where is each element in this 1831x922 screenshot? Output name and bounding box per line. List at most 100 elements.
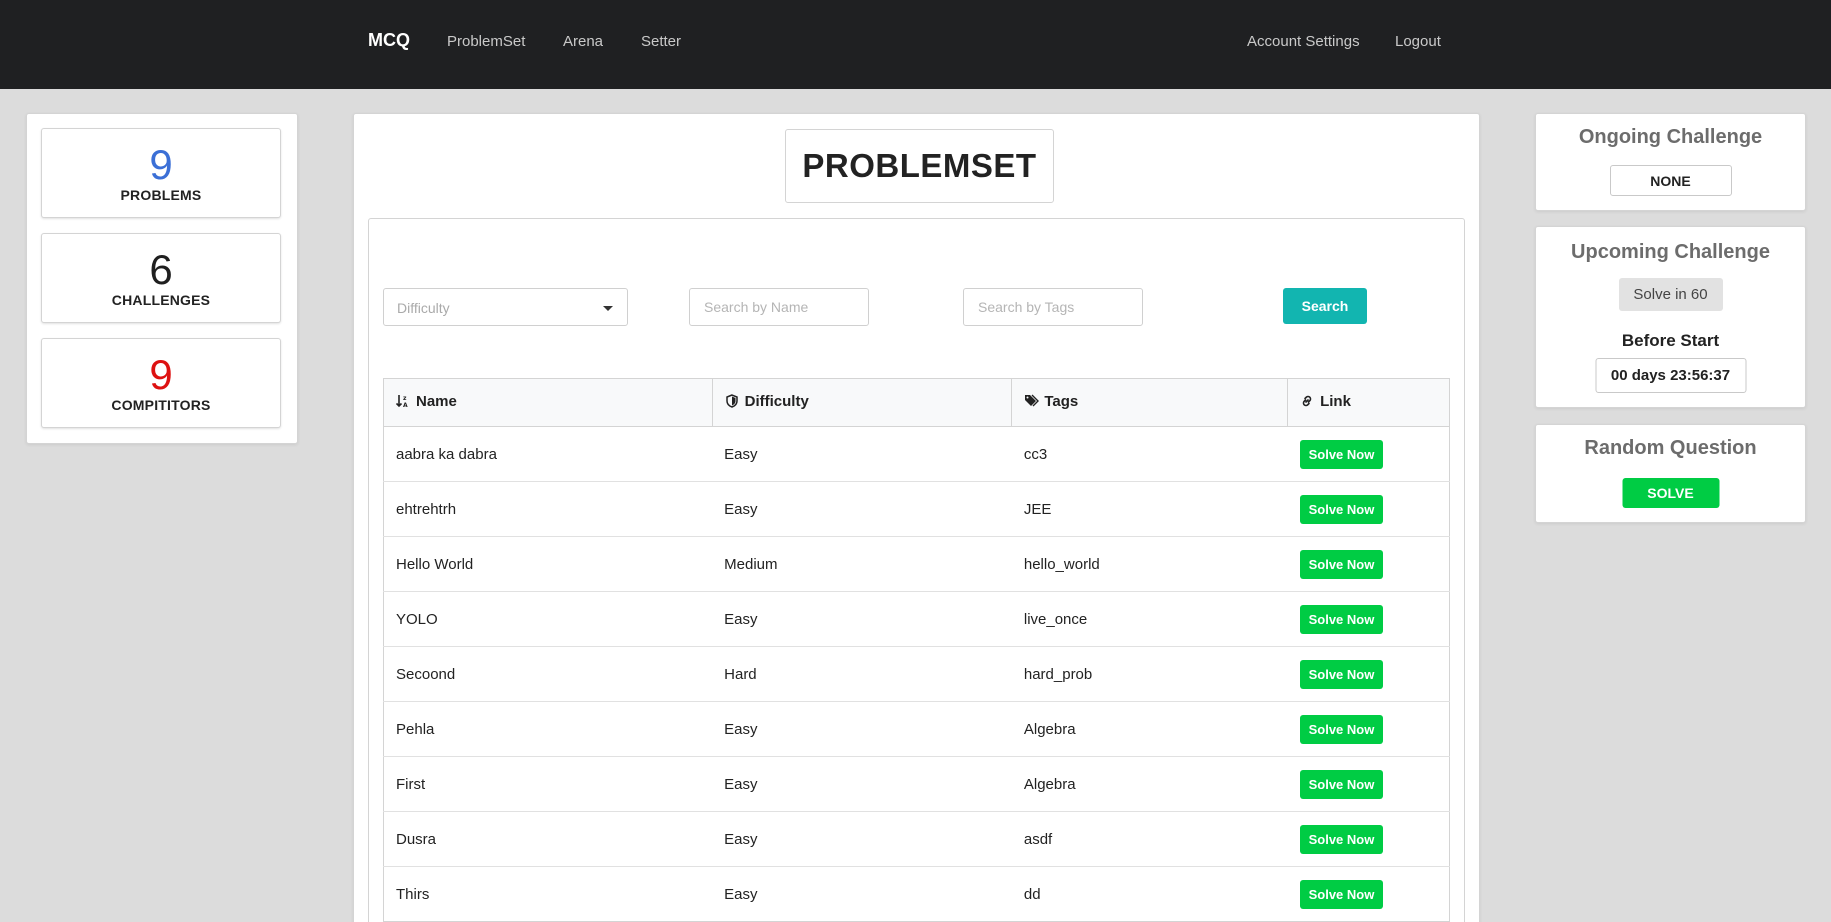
problem-link-cell: Solve Now [1287,646,1450,702]
nav-link-setter[interactable]: Setter [641,33,681,50]
ongoing-challenge-title: Ongoing Challenge [1578,126,1763,148]
difficulty-select-placeholder: Difficulty [397,300,450,316]
column-header-tags-label: Tags [1044,393,1079,411]
problem-difficulty-cell: Easy [712,701,1012,757]
solve-now-button[interactable]: Solve Now [1299,604,1384,634]
search-button[interactable]: Search [1283,288,1367,324]
problem-name-cell: YOLO [383,591,713,647]
before-start-label: Before Start [1621,331,1720,350]
solve-now-button[interactable]: Solve Now [1299,714,1384,744]
problemset-panel: PROBLEMSET Difficulty Search zA Name [353,113,1480,922]
difficulty-select[interactable]: Difficulty [383,288,628,326]
problem-tags-cell: cc3 [1011,426,1288,482]
problems-count: 9 [149,141,173,188]
table-row: Secoond Hard hard_prob Solve Now [383,646,1450,702]
search-by-tags-input[interactable] [963,288,1143,326]
upcoming-challenge-name[interactable]: Solve in 60 [1618,278,1723,311]
problem-tags-cell: asdf [1011,811,1288,867]
competitors-stat-card: 9 COMPITITORS [41,338,281,428]
sort-alpha-icon: zA [395,394,412,412]
solve-now-button[interactable]: Solve Now [1299,439,1384,469]
nav-link-logout[interactable]: Logout [1395,33,1441,50]
problem-difficulty-cell: Easy [712,426,1012,482]
problem-name-cell: ehtrehtrh [383,481,713,537]
solve-now-button[interactable]: Solve Now [1299,879,1384,909]
competitors-count: 9 [149,351,173,398]
solve-now-button[interactable]: Solve Now [1299,494,1384,524]
competitors-label: COMPITITORS [111,397,211,413]
table-header-row: zA Name Difficulty Tags Link [383,378,1450,427]
top-navbar: MCQ ProblemSet Arena Setter Account Sett… [0,0,1831,89]
problems-stat-card: 9 PROBLEMS [41,128,281,218]
problem-tags-cell: JEE [1011,481,1288,537]
table-row: First Easy Algebra Solve Now [383,756,1450,812]
problems-table: zA Name Difficulty Tags Link aabra ka da… [383,378,1450,922]
svg-text:z: z [403,395,407,402]
table-row: aabra ka dabra Easy cc3 Solve Now [383,426,1450,482]
problems-label: PROBLEMS [120,187,202,203]
table-row: Thirs Easy dd Solve Now [383,866,1450,922]
problem-tags-cell: live_once [1011,591,1288,647]
problem-difficulty-cell: Easy [712,756,1012,812]
search-by-name-input[interactable] [689,288,869,326]
solve-now-button[interactable]: Solve Now [1299,824,1384,854]
solve-now-button[interactable]: Solve Now [1299,769,1384,799]
problem-name-cell: Dusra [383,811,713,867]
problem-difficulty-cell: Medium [712,536,1012,592]
column-header-link-label: Link [1320,393,1351,411]
problem-list-container: Difficulty Search zA Name Difficulty [368,218,1465,922]
nav-link-problemset[interactable]: ProblemSet [447,33,525,50]
column-header-link: Link [1287,378,1450,427]
problem-difficulty-cell: Easy [712,481,1012,537]
problem-name-cell: aabra ka dabra [383,426,713,482]
problem-tags-cell: Algebra [1011,756,1288,812]
column-header-name-label: Name [416,393,457,411]
problem-name-cell: First [383,756,713,812]
challenges-label: CHALLENGES [111,292,211,308]
ongoing-challenge-card: Ongoing Challenge NONE [1535,113,1806,211]
solve-now-button[interactable]: Solve Now [1299,659,1384,689]
tags-icon [1024,394,1040,412]
column-header-difficulty-label: Difficulty [744,393,809,411]
problem-tags-cell: hello_world [1011,536,1288,592]
column-header-name[interactable]: zA Name [383,378,713,427]
table-row: YOLO Easy live_once Solve Now [383,591,1450,647]
nav-link-account-settings[interactable]: Account Settings [1247,33,1360,50]
problem-name-cell: Secoond [383,646,713,702]
challenges-count: 6 [149,246,173,293]
problem-link-cell: Solve Now [1287,756,1450,812]
problem-link-cell: Solve Now [1287,591,1450,647]
random-question-card: Random Question SOLVE [1535,424,1806,523]
brand-link[interactable]: MCQ [368,30,410,51]
nav-link-arena[interactable]: Arena [563,33,603,50]
upcoming-challenge-title: Upcoming Challenge [1571,241,1770,263]
problem-name-cell: Hello World [383,536,713,592]
random-question-title: Random Question [1584,437,1757,459]
table-row: Dusra Easy asdf Solve Now [383,811,1450,867]
table-row: Hello World Medium hello_world Solve Now [383,536,1450,592]
solve-now-button[interactable]: Solve Now [1299,549,1384,579]
problem-difficulty-cell: Easy [712,811,1012,867]
problem-difficulty-cell: Easy [712,591,1012,647]
ongoing-challenge-value: NONE [1609,165,1732,196]
problem-tags-cell: hard_prob [1011,646,1288,702]
shield-icon [725,393,741,412]
random-solve-button[interactable]: SOLVE [1622,478,1719,508]
page-title-box: PROBLEMSET [785,129,1054,203]
problem-link-cell: Solve Now [1287,481,1450,537]
problem-link-cell: Solve Now [1287,426,1450,482]
problem-link-cell: Solve Now [1287,866,1450,922]
upcoming-challenge-card: Upcoming Challenge Solve in 60 Before St… [1535,226,1806,408]
stats-panel: 9 PROBLEMS 6 CHALLENGES 9 COMPITITORS [26,113,298,444]
column-header-tags: Tags [1011,378,1289,427]
column-header-difficulty: Difficulty [711,378,1013,427]
problem-tags-cell: dd [1011,866,1288,922]
link-icon [1300,394,1316,412]
challenges-stat-card: 6 CHALLENGES [41,233,281,323]
problem-link-cell: Solve Now [1287,536,1450,592]
table-row: ehtrehtrh Easy JEE Solve Now [383,481,1450,537]
problem-link-cell: Solve Now [1287,701,1450,757]
problem-difficulty-cell: Hard [712,646,1012,702]
problem-name-cell: Thirs [383,866,713,922]
problem-name-cell: Pehla [383,701,713,757]
